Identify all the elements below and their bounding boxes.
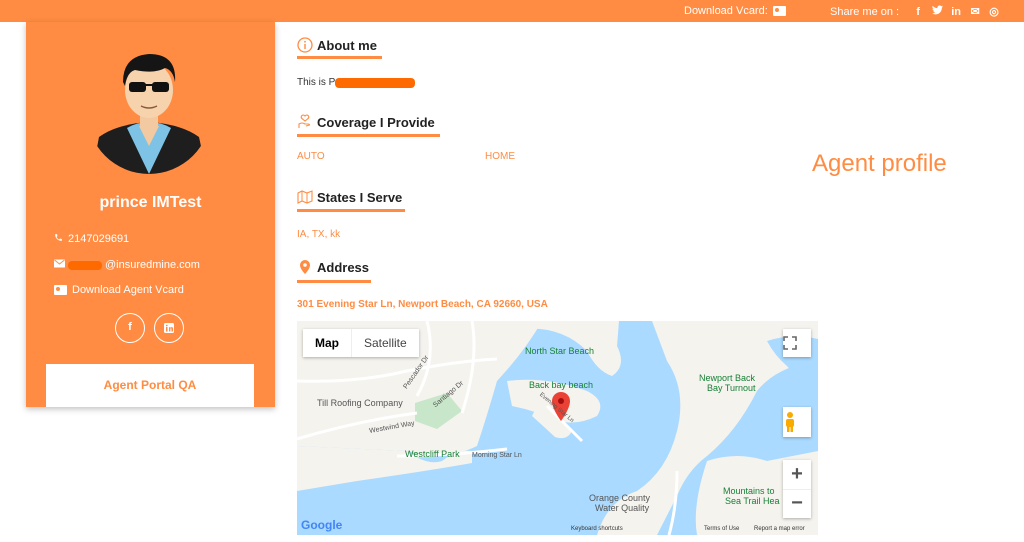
location-pin-icon xyxy=(300,260,310,274)
coverage-item-home: HOME xyxy=(485,151,515,162)
coverage-underline xyxy=(297,134,440,137)
redacted-email-part xyxy=(68,260,102,270)
download-agent-vcard-link[interactable]: Download Agent Vcard xyxy=(54,284,184,296)
agent-name: prince IMTest xyxy=(99,194,202,211)
download-vcard-link[interactable]: Download Vcard: xyxy=(684,5,786,17)
terms-of-use-link[interactable]: Terms of Use xyxy=(704,526,739,532)
email-icon xyxy=(54,259,65,271)
address-underline xyxy=(297,280,371,283)
zoom-in-button[interactable]: + xyxy=(783,460,811,489)
about-me-text-row: This is P xyxy=(297,77,416,88)
map-type-control: Map Satellite xyxy=(303,329,419,357)
map-label-orange-county: Orange County xyxy=(589,493,651,503)
map-label-sea-trail: Sea Trail Hea xyxy=(725,496,780,506)
google-logo: Google xyxy=(301,518,343,532)
agent-card: prince IMTest 2147029691 @insuredmine.co… xyxy=(26,22,275,407)
agent-portal-button[interactable]: Agent Portal QA xyxy=(46,364,254,407)
whatsapp-icon[interactable]: ◎ xyxy=(988,5,1000,18)
map-label-till-roofing: Till Roofing Company xyxy=(317,398,403,408)
report-map-error-link[interactable]: Report a map error xyxy=(754,526,805,532)
download-agent-vcard-label: Download Agent Vcard xyxy=(72,284,184,296)
contact-card-icon xyxy=(54,285,67,295)
redacted-about-text xyxy=(335,77,416,88)
top-bar: Download Vcard: Share me on : f in ✉ ◎ xyxy=(0,0,1024,22)
email-icon[interactable]: ✉ xyxy=(969,5,981,18)
pegman-icon xyxy=(786,412,794,432)
about-me-title: About me xyxy=(317,37,377,53)
address-text: 301 Evening Star Ln, Newport Beach, CA 9… xyxy=(297,299,548,310)
zoom-out-button[interactable]: − xyxy=(783,489,811,518)
map-tab[interactable]: Map xyxy=(303,329,351,357)
agent-avatar xyxy=(87,50,211,174)
linkedin-icon[interactable] xyxy=(154,313,184,343)
info-icon xyxy=(297,37,313,53)
street-view-pegman[interactable] xyxy=(783,407,811,437)
download-vcard-label: Download Vcard: xyxy=(684,5,768,17)
agent-phone: 2147029691 xyxy=(68,233,130,245)
agent-profile-watermark: Agent profile xyxy=(812,150,947,177)
phone-row[interactable]: 2147029691 xyxy=(54,233,129,245)
email-row[interactable]: @insuredmine.com xyxy=(54,259,200,271)
satellite-tab[interactable]: Satellite xyxy=(351,329,419,357)
about-me-underline xyxy=(297,56,382,59)
hand-heart-icon xyxy=(298,114,311,128)
linkedin-icon[interactable]: in xyxy=(950,6,962,18)
states-heading: States I Serve xyxy=(297,189,402,205)
coverage-item-auto: AUTO xyxy=(297,151,325,162)
map-label-newport-back-bay: Newport Back xyxy=(699,373,756,383)
map-label-back-bay-beach: Back bay beach xyxy=(529,380,594,390)
twitter-icon[interactable] xyxy=(931,5,943,18)
about-me-heading: About me xyxy=(297,37,377,53)
about-me-text: This is P xyxy=(297,77,336,88)
coverage-title: Coverage I Provide xyxy=(317,114,435,130)
address-title: Address xyxy=(317,259,370,275)
address-map[interactable]: Map Satellite + − North Star Beach Back … xyxy=(297,321,818,535)
states-title: States I Serve xyxy=(317,189,403,205)
map-label-north-star-beach: North Star Beach xyxy=(525,346,595,356)
states-text: IA, TX, kk xyxy=(297,229,341,240)
states-underline xyxy=(297,209,405,212)
fullscreen-icon xyxy=(783,336,797,350)
map-label-water-quality: Water Quality xyxy=(595,503,650,513)
share-label: Share me on : xyxy=(830,5,900,18)
zoom-control: + − xyxy=(783,460,811,518)
phone-icon xyxy=(54,233,63,245)
map-label-morning-star: Morning Star Ln xyxy=(472,452,522,459)
fullscreen-button[interactable] xyxy=(783,329,811,357)
contact-card-icon xyxy=(772,6,786,16)
map-label-mountains-to: Mountains to xyxy=(723,486,775,496)
address-heading: Address xyxy=(297,259,369,275)
map-label-bay-turnout: Bay Turnout xyxy=(707,383,756,393)
coverage-heading: Coverage I Provide xyxy=(297,114,435,130)
agent-email: @insuredmine.com xyxy=(105,259,200,271)
facebook-icon[interactable]: f xyxy=(115,313,145,343)
share-bar: Share me on : f in ✉ ◎ xyxy=(830,5,1000,18)
map-icon xyxy=(297,190,313,204)
facebook-icon[interactable]: f xyxy=(912,6,924,18)
map-label-westcliff-park: Westcliff Park xyxy=(405,449,460,459)
keyboard-shortcuts-link[interactable]: Keyboard shortcuts xyxy=(571,526,623,532)
